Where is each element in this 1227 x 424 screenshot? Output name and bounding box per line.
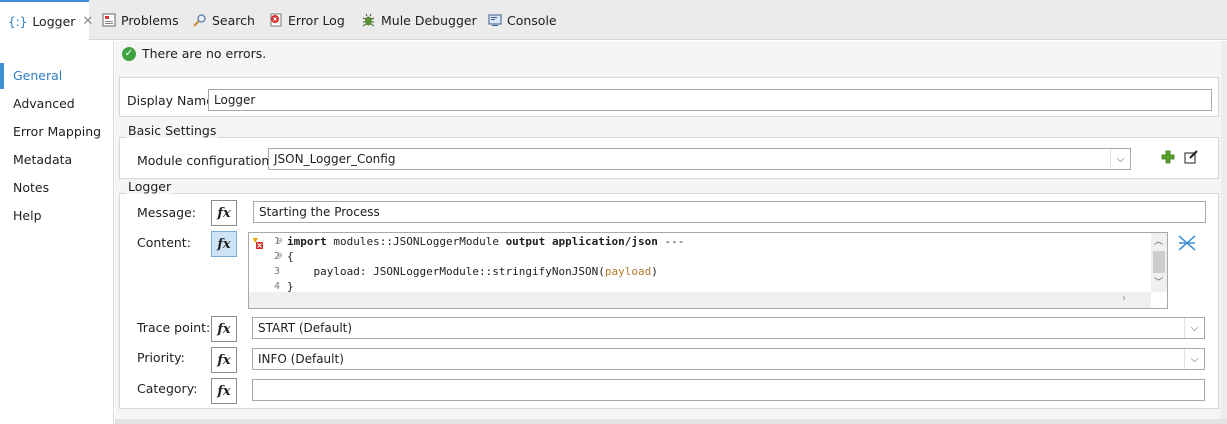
module-configuration-select[interactable]: JSON_Logger_Config ⌵ [268,148,1131,170]
chevron-down-icon: ⌵ [1110,149,1130,169]
view-tab-bar: {:} Logger ✕ Problems Search Error Log M… [0,0,1227,41]
fold-icon[interactable]: ⊖ [277,236,282,246]
nav-item-advanced[interactable]: Advanced [13,96,75,111]
status-text: There are no errors. [142,46,267,61]
message-fx-toggle[interactable]: fx [211,200,237,226]
properties-panel: ✓ There are no errors. Display Name: Mod… [115,41,1227,424]
logger-group: Message: fx Content: fx 1 ⊖ 2 ⊖ 3 4 impo… [119,193,1219,409]
edit-icon[interactable] [1183,149,1199,165]
code-line-3: payload: JSONLoggerModule::stringifyNonJ… [287,265,658,278]
message-label: Message: [137,205,196,220]
tab-logger[interactable]: {:} Logger ✕ [0,0,93,41]
code-line-1: import modules::JSONLoggerModule output … [287,235,684,248]
tab-error-log[interactable]: Error Log [268,0,345,40]
panel-scrollbar[interactable] [1221,41,1227,424]
trace-point-value: START (Default) [258,321,353,335]
code-keyword: import [287,235,327,248]
dataweave-editor-icon[interactable] [1178,235,1196,251]
content-code-editor[interactable]: 1 ⊖ 2 ⊖ 3 4 import modules::JSONLoggerMo… [248,232,1168,309]
nav-item-metadata[interactable]: Metadata [13,152,72,167]
content-fx-toggle[interactable]: fx [211,231,237,257]
check-circle-icon: ✓ [122,46,136,61]
editor-horizontal-scrollbar[interactable]: › [249,292,1151,308]
properties-nav: General Advanced Error Mapping Metadata … [0,41,114,424]
error-marker-icon [252,237,264,249]
code-keyword: application/json [551,235,658,248]
tab-mule-debugger[interactable]: Mule Debugger [361,0,477,40]
nav-item-general[interactable]: General [13,68,62,83]
nav-item-notes[interactable]: Notes [13,180,49,195]
tab-search-label: Search [212,12,255,28]
validation-status: ✓ There are no errors. [122,46,266,61]
display-name-input[interactable] [208,89,1212,111]
scroll-down-icon[interactable]: ﹀ [1154,275,1163,288]
code-text: modules::JSONLoggerModule [326,235,506,248]
priority-value: INFO (Default) [258,352,344,366]
logger-icon: {:} [8,14,28,29]
line-number: 4 [273,281,280,292]
tab-search[interactable]: Search [192,0,255,40]
code-variable: payload [604,265,652,278]
module-configuration-value: JSON_Logger_Config [274,152,396,166]
priority-label: Priority: [137,350,185,365]
error-log-icon [268,13,283,28]
debugger-icon [361,13,376,28]
code-text: ) [651,265,658,278]
scroll-right-icon[interactable]: › [1121,293,1127,304]
trace-point-fx-toggle[interactable]: fx [211,316,237,342]
content-label: Content: [137,235,191,250]
scroll-thumb[interactable] [1153,251,1165,273]
basic-settings-title: Basic Settings [126,123,219,138]
console-icon [487,13,502,28]
chevron-down-icon: ⌵ [1184,318,1204,338]
problems-icon [101,13,116,28]
tab-console-label: Console [507,12,557,28]
tab-problems[interactable]: Problems [101,0,179,40]
category-input[interactable] [252,379,1205,401]
editor-vertical-scrollbar[interactable]: ︿ ﹀ [1151,233,1167,292]
code-text: payload: JSONLoggerModule::stringifyNonJ… [287,265,605,278]
tab-problems-label: Problems [121,12,179,28]
category-label: Category: [137,381,198,396]
priority-select[interactable]: INFO (Default) ⌵ [252,348,1205,370]
chevron-down-icon: ⌵ [1184,349,1204,369]
code-keyword: output [505,235,546,248]
nav-item-error-mapping[interactable]: Error Mapping [13,124,101,139]
search-icon [192,13,207,28]
tab-console[interactable]: Console [487,0,557,40]
logger-group-title: Logger [126,179,174,194]
close-icon[interactable]: ✕ [82,14,93,29]
message-input[interactable] [253,201,1206,223]
tab-mule-debugger-label: Mule Debugger [381,12,477,28]
add-icon[interactable] [1160,149,1176,165]
code-line-2: { [287,250,294,263]
trace-point-select[interactable]: START (Default) ⌵ [252,317,1205,339]
code-text: --- [657,235,685,248]
nav-item-help[interactable]: Help [13,208,42,223]
trace-point-label: Trace point: [137,320,211,335]
display-name-label: Display Name: [127,93,219,108]
nav-active-indicator [0,63,4,89]
priority-fx-toggle[interactable]: fx [211,347,237,373]
display-name-group: Display Name: [119,77,1219,117]
basic-settings-group: Module configuration: JSON_Logger_Config… [119,137,1219,179]
tab-logger-label: Logger [32,14,76,29]
category-fx-toggle[interactable]: fx [211,378,237,404]
line-number: 3 [273,266,280,277]
tab-error-log-label: Error Log [288,12,345,28]
module-configuration-label: Module configuration: [137,153,274,168]
fold-icon[interactable]: ⊖ [277,251,282,261]
panel-bottom-scrollbar[interactable] [115,419,1227,424]
scroll-up-icon[interactable]: ︿ [1154,234,1163,247]
